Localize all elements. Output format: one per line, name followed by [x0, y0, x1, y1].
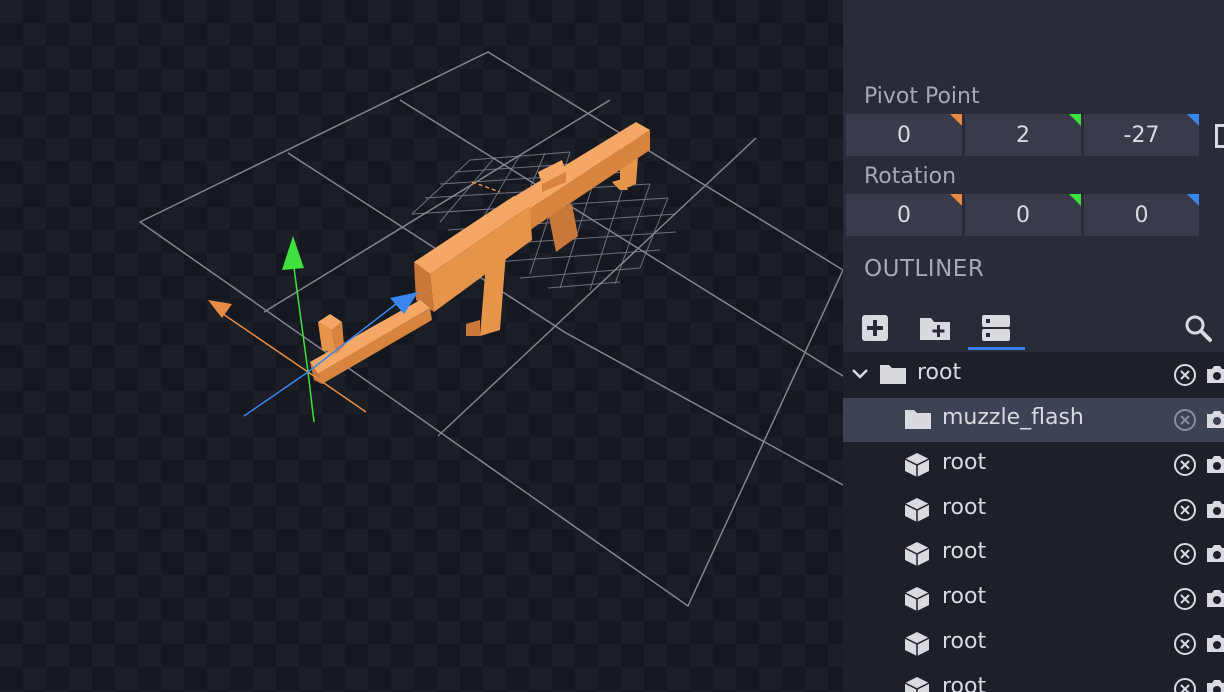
- search-icon: [1185, 315, 1212, 342]
- rotation-y-input[interactable]: 0: [965, 194, 1081, 236]
- plus-icon: [862, 315, 888, 341]
- rotation-y-value: 0: [1016, 202, 1030, 228]
- tree-row-label: root: [942, 450, 987, 475]
- tree-row-label: root: [942, 495, 987, 520]
- rotation-z-value: 0: [1134, 202, 1149, 228]
- add-cube-button[interactable]: [857, 310, 893, 346]
- rotation-label: Rotation: [864, 164, 957, 189]
- tree-row-cube[interactable]: root: [843, 488, 1224, 532]
- center-pivot-icon[interactable]: [1215, 124, 1224, 148]
- pivot-guide: [471, 181, 501, 193]
- cube-icon: [904, 453, 930, 477]
- cube-icon: [904, 542, 930, 566]
- folder-icon: [905, 410, 931, 429]
- cube-icon: [904, 498, 930, 522]
- camera-icon[interactable]: [1205, 454, 1224, 474]
- outliner-tree: root muzzle_flash root root root root ro…: [843, 352, 1224, 692]
- folder-plus-icon: [920, 318, 950, 340]
- tree-row-cube[interactable]: root: [843, 667, 1224, 692]
- add-group-button[interactable]: [917, 310, 953, 346]
- camera-icon[interactable]: [1205, 499, 1224, 519]
- side-panel: Pivot Point 0 2 -27 Rotation 0 0 0 OUTLI…: [843, 0, 1224, 692]
- camera-icon[interactable]: [1205, 678, 1224, 692]
- pivot-z-input[interactable]: -27: [1084, 114, 1199, 156]
- tree-row-label: root: [942, 674, 987, 692]
- cube-icon: [904, 632, 930, 656]
- visibility-toggle-icon[interactable]: [1173, 453, 1197, 477]
- tree-row-label: root: [942, 584, 987, 609]
- search-button[interactable]: [1180, 310, 1216, 346]
- camera-icon[interactable]: [1205, 633, 1224, 653]
- visibility-toggle-icon[interactable]: [1173, 408, 1197, 432]
- visibility-toggle-icon[interactable]: [1173, 542, 1197, 566]
- pivot-y-input[interactable]: 2: [965, 114, 1081, 156]
- tree-row-cube[interactable]: root: [843, 622, 1224, 666]
- pivot-y-value: 2: [1016, 122, 1030, 148]
- visibility-toggle-icon[interactable]: [1173, 587, 1197, 611]
- tree-row-label: root: [942, 539, 987, 564]
- y-axis-handle[interactable]: [282, 236, 304, 270]
- chevron-down-icon[interactable]: [849, 363, 871, 385]
- x-axis-handle[interactable]: [208, 300, 232, 318]
- tree-row-cube[interactable]: root: [843, 443, 1224, 487]
- active-tab-indicator: [968, 347, 1025, 350]
- tree-row-root-group[interactable]: root: [843, 353, 1224, 397]
- tree-row-muzzle-flash[interactable]: muzzle_flash: [843, 398, 1224, 442]
- folder-icon: [880, 365, 906, 384]
- outliner-toggle-icon: [982, 315, 1010, 341]
- visibility-toggle-icon[interactable]: [1173, 363, 1197, 387]
- tree-row-label: root: [917, 360, 962, 385]
- tree-row-cube[interactable]: root: [843, 532, 1224, 576]
- camera-icon[interactable]: [1205, 364, 1224, 384]
- camera-icon[interactable]: [1205, 543, 1224, 563]
- tree-row-cube[interactable]: root: [843, 577, 1224, 621]
- pivot-x-input[interactable]: 0: [846, 114, 962, 156]
- outliner-title: OUTLINER: [864, 256, 985, 282]
- camera-icon[interactable]: [1205, 588, 1224, 608]
- scene-canvas: [138, 51, 843, 608]
- pivot-x-value: 0: [897, 122, 911, 148]
- 3d-viewport[interactable]: [0, 0, 843, 692]
- visibility-toggle-icon[interactable]: [1173, 677, 1197, 692]
- rotation-x-input[interactable]: 0: [846, 194, 962, 236]
- cube-icon: [904, 677, 930, 692]
- cube-icon: [904, 587, 930, 611]
- visibility-toggle-icon[interactable]: [1173, 498, 1197, 522]
- visibility-toggle-icon[interactable]: [1173, 632, 1197, 656]
- camera-icon[interactable]: [1205, 409, 1224, 429]
- tree-row-label: root: [942, 629, 987, 654]
- rotation-x-value: 0: [897, 202, 911, 228]
- pivot-z-value: -27: [1123, 122, 1160, 148]
- pivot-point-label: Pivot Point: [864, 84, 980, 109]
- outliner-toggle-button[interactable]: [978, 310, 1014, 346]
- tree-row-label: muzzle_flash: [942, 405, 1084, 430]
- rotation-z-input[interactable]: 0: [1084, 194, 1199, 236]
